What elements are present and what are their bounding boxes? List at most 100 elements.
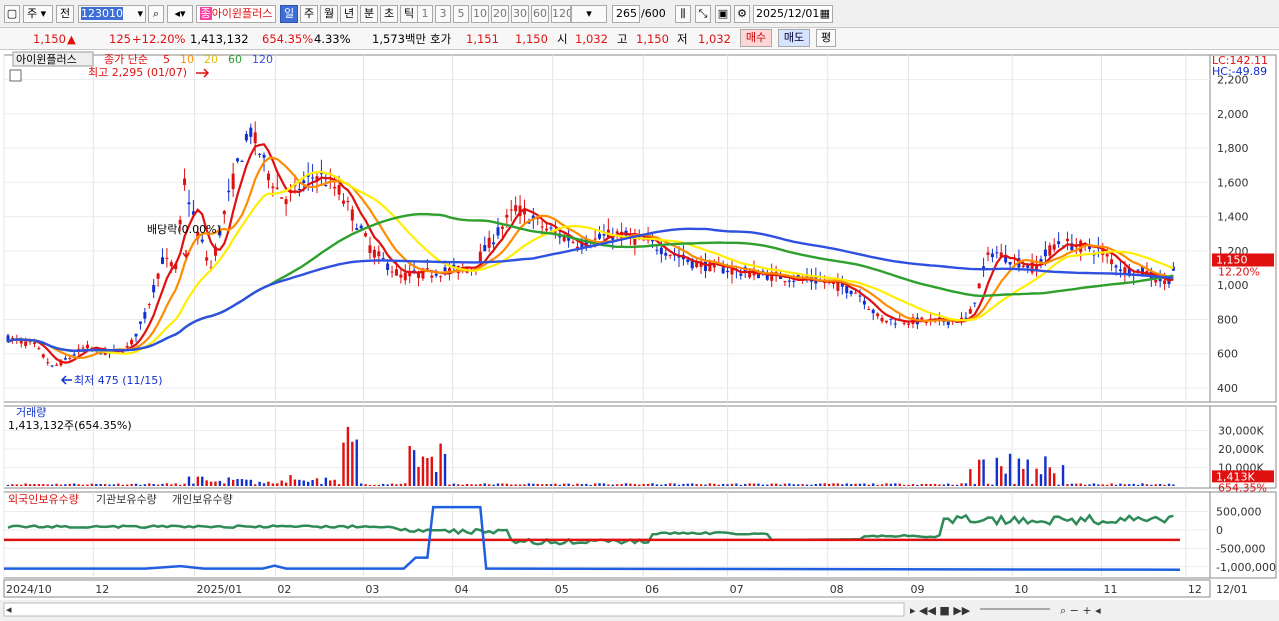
volume-bar bbox=[576, 483, 579, 486]
tab-minute-30[interactable]: 30 bbox=[511, 5, 529, 23]
volume-bar bbox=[1136, 484, 1140, 486]
x-axis-label: 12 bbox=[95, 583, 109, 596]
volume-bar bbox=[33, 484, 36, 486]
volume-bar bbox=[205, 480, 208, 486]
candle-body bbox=[390, 271, 394, 273]
draw-tool-icon[interactable]: ⤡ bbox=[695, 5, 711, 23]
tab-minute-1[interactable]: 1 bbox=[417, 5, 433, 23]
volume-bar bbox=[430, 456, 433, 486]
volume-bar bbox=[1075, 483, 1078, 486]
volume-bar bbox=[170, 484, 173, 486]
sell-button[interactable]: 매도 bbox=[778, 29, 810, 47]
volume-bar bbox=[973, 484, 976, 486]
volume-bar bbox=[346, 426, 350, 486]
candle-body bbox=[280, 197, 284, 199]
gear-icon[interactable]: ⚙ bbox=[734, 5, 750, 23]
ma-label: 종가 단순 bbox=[104, 53, 148, 66]
volume-bar bbox=[487, 484, 491, 486]
volume-bar bbox=[849, 484, 853, 486]
volume-bar bbox=[1008, 453, 1012, 486]
up-arrow-icon: ▲ bbox=[67, 32, 76, 46]
save-icon[interactable]: ▣ bbox=[715, 5, 731, 23]
volume-bar bbox=[320, 483, 323, 486]
buy-button[interactable]: 매수 bbox=[740, 29, 772, 47]
min-price-note: 최저 475 (11/15) bbox=[74, 374, 163, 387]
tab-period-3[interactable]: 년 bbox=[340, 5, 358, 23]
tab-minute-10[interactable]: 10 bbox=[471, 5, 489, 23]
candle-body bbox=[496, 227, 500, 236]
minute-select[interactable]: ▾ bbox=[571, 5, 607, 23]
volume-bar bbox=[1070, 483, 1074, 486]
volume-bar bbox=[1101, 484, 1104, 486]
volume-bar bbox=[982, 459, 985, 486]
volume-bar bbox=[55, 483, 58, 486]
volume-bar bbox=[942, 484, 946, 486]
volume-bar bbox=[744, 483, 747, 486]
volume-bar bbox=[545, 484, 548, 486]
candle-body bbox=[169, 262, 173, 267]
candle-body bbox=[183, 178, 187, 186]
date-input[interactable]: 2025/12/01 ▦ bbox=[753, 5, 833, 23]
volume-bar bbox=[99, 483, 102, 486]
stock-chart[interactable]: 2,2002,0001,8001,6001,4001,2001,00080060… bbox=[0, 50, 1279, 621]
candle-body bbox=[377, 251, 381, 257]
tab-period-6[interactable]: 틱 bbox=[400, 5, 418, 23]
candle-body bbox=[977, 283, 981, 289]
volume-bar bbox=[81, 484, 85, 486]
tab-period-2[interactable]: 월 bbox=[320, 5, 338, 23]
volume-bar bbox=[20, 484, 23, 486]
volume-bar bbox=[11, 484, 14, 486]
tab-minute-5[interactable]: 5 bbox=[453, 5, 469, 23]
tab-minute-120[interactable]: 120 bbox=[551, 5, 571, 23]
tab-period-4[interactable]: 분 bbox=[360, 5, 378, 23]
tab-minute-60[interactable]: 60 bbox=[531, 5, 549, 23]
chart-type-icon[interactable]: ⫼ bbox=[675, 5, 691, 23]
volume-bar bbox=[1172, 484, 1175, 486]
tab-minute-3[interactable]: 3 bbox=[435, 5, 451, 23]
period-mode-button[interactable]: 전 bbox=[56, 5, 74, 23]
volume-bar bbox=[134, 483, 138, 486]
candle-body bbox=[187, 202, 191, 205]
volume-bar bbox=[602, 483, 606, 486]
stock-name-field[interactable]: 종아이윈플러스 bbox=[196, 5, 276, 23]
volume-bar bbox=[1092, 483, 1096, 486]
candle-body bbox=[487, 237, 491, 248]
market-select[interactable]: 주 ▾ bbox=[23, 5, 53, 23]
volume-bar bbox=[505, 483, 509, 486]
search-icon[interactable]: ⌕ bbox=[148, 5, 164, 23]
code-input[interactable]: 123010 ▾ bbox=[78, 5, 146, 23]
volume-bar bbox=[911, 484, 915, 486]
window-icon[interactable]: ▢ bbox=[4, 5, 20, 23]
candle-body bbox=[1065, 238, 1069, 242]
eval-button[interactable]: 평 bbox=[816, 29, 836, 47]
speaker-icon[interactable]: ◂▾ bbox=[167, 5, 193, 23]
volume-bar bbox=[311, 480, 314, 486]
candle-body bbox=[478, 251, 482, 262]
grid-icon[interactable] bbox=[9, 69, 22, 82]
candle-body bbox=[394, 269, 398, 276]
x-axis-label: 2025/01 bbox=[197, 583, 243, 596]
candle-body bbox=[403, 272, 407, 281]
volume-bar bbox=[774, 483, 778, 486]
volume-bar bbox=[108, 484, 111, 486]
horizontal-scrollbar[interactable] bbox=[3, 602, 905, 617]
volume-bar bbox=[404, 483, 407, 486]
count-input[interactable]: 265 bbox=[612, 5, 640, 23]
tab-minute-20[interactable]: 20 bbox=[491, 5, 509, 23]
volume-bar bbox=[607, 484, 610, 486]
volume-bar bbox=[805, 484, 809, 486]
volume-bar bbox=[223, 483, 226, 486]
candle-body bbox=[593, 238, 597, 240]
tab-period-1[interactable]: 주 bbox=[300, 5, 318, 23]
price-axis-label: 2,000 bbox=[1217, 108, 1249, 121]
volume-bar bbox=[236, 479, 239, 486]
tab-period-5[interactable]: 초 bbox=[380, 5, 398, 23]
volume-value: 1,413,132 bbox=[190, 32, 249, 46]
volume-bar bbox=[390, 483, 394, 486]
tab-period-0[interactable]: 일 bbox=[280, 5, 298, 23]
volume-bar bbox=[187, 476, 191, 486]
candle-body bbox=[271, 186, 275, 189]
volume-bar bbox=[673, 483, 676, 486]
volume-bar bbox=[130, 483, 133, 486]
x-axis-label: 02 bbox=[277, 583, 291, 596]
